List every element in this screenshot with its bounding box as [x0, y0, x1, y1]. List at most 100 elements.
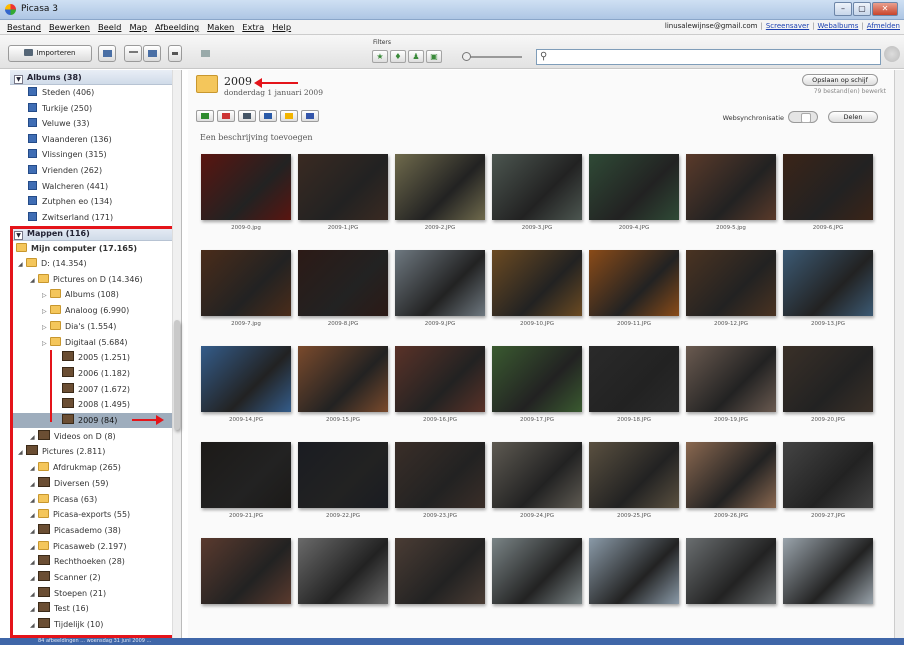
album-item[interactable]: Veluwe (33): [10, 116, 181, 131]
collapse-icon[interactable]: ▼: [14, 231, 23, 240]
folder-tree-item[interactable]: 2007 (1.672): [10, 382, 181, 397]
photo-thumbnail[interactable]: 2009-8.JPG: [295, 244, 391, 338]
album-item[interactable]: Turkije (250): [10, 101, 181, 116]
search-input[interactable]: ⚲: [536, 49, 881, 65]
print-icon[interactable]: [238, 110, 256, 122]
photo-thumbnail[interactable]: 2009-12.JPG: [683, 244, 779, 338]
webalbums-link[interactable]: Webalbums: [818, 22, 859, 30]
photo-image[interactable]: [201, 442, 291, 508]
photo-image[interactable]: [492, 538, 582, 604]
photo-image[interactable]: [589, 250, 679, 316]
album-item[interactable]: Vrienden (262): [10, 163, 181, 178]
photo-thumbnail[interactable]: 2009-18.JPG: [586, 340, 682, 434]
album-item[interactable]: Steden (406): [10, 85, 181, 100]
photo-thumbnail[interactable]: 2009-27.JPG: [780, 436, 876, 530]
photo-image[interactable]: [201, 250, 291, 316]
photo-image[interactable]: [298, 250, 388, 316]
expand-arrow-icon[interactable]: ◢: [30, 540, 38, 555]
photo-thumbnail[interactable]: [780, 532, 876, 626]
album-item[interactable]: Zwitserland (171): [10, 210, 181, 225]
folder-tree-item[interactable]: ◢ Stoepen (21): [10, 586, 181, 602]
photo-image[interactable]: [686, 442, 776, 508]
date-slider[interactable]: [462, 52, 522, 61]
folder-tree-item[interactable]: ◢ Afdrukmap (265): [10, 460, 181, 475]
expand-arrow-icon[interactable]: ◢: [30, 555, 38, 570]
scrollbar-thumb[interactable]: [174, 320, 180, 430]
expand-arrow-icon[interactable]: ◢: [30, 602, 38, 617]
folder-tree-item[interactable]: ◢ Picasa-exports (55): [10, 507, 181, 522]
web-icon[interactable]: [259, 110, 277, 122]
photo-thumbnail[interactable]: [586, 532, 682, 626]
expand-arrow-icon[interactable]: ◢: [18, 445, 26, 460]
close-button[interactable]: ✕: [872, 2, 898, 16]
photo-image[interactable]: [492, 154, 582, 220]
movie-filter-icon[interactable]: ▣: [426, 50, 442, 63]
photo-image[interactable]: [395, 250, 485, 316]
list-view-icon[interactable]: [124, 45, 142, 62]
photo-thumbnail[interactable]: 2009-21.JPG: [198, 436, 294, 530]
play-icon[interactable]: [196, 110, 214, 122]
thumbnail-view-icon[interactable]: [143, 45, 161, 62]
photo-thumbnail[interactable]: 2009-4.JPG: [586, 148, 682, 242]
photo-image[interactable]: [686, 154, 776, 220]
albums-header[interactable]: ▼ Albums (38): [10, 70, 181, 85]
photo-image[interactable]: [783, 250, 873, 316]
folder-title[interactable]: 2009: [224, 75, 252, 88]
folder-tree-item[interactable]: ▷ Albums (108): [10, 287, 181, 302]
photo-thumbnail[interactable]: 2009-9.JPG: [392, 244, 488, 338]
expand-arrow-icon[interactable]: ◢: [30, 618, 38, 633]
photo-thumbnail[interactable]: 2009-26.JPG: [683, 436, 779, 530]
menu-maken[interactable]: Maken: [203, 22, 238, 32]
album-item[interactable]: Zutphen eo (134): [10, 194, 181, 209]
person-icon[interactable]: [301, 110, 319, 122]
photo-image[interactable]: [686, 346, 776, 412]
people-filter-icon[interactable]: ♟: [408, 50, 424, 63]
photo-thumbnail[interactable]: 2009-17.JPG: [489, 340, 585, 434]
sidebar-scrollbar[interactable]: [172, 70, 181, 638]
slider-knob[interactable]: [462, 52, 471, 61]
photo-thumbnail[interactable]: 2009-6.JPG: [780, 148, 876, 242]
photo-thumbnail[interactable]: 2009-22.JPG: [295, 436, 391, 530]
folder-tree-item[interactable]: ◢ Tijdelijk (10): [10, 617, 181, 633]
folders-header[interactable]: ▼ Mappen (116): [10, 226, 181, 241]
album-item[interactable]: Vlissingen (315): [10, 147, 181, 162]
collage-icon[interactable]: [196, 45, 214, 62]
folder-tree-item[interactable]: ◢ Picasademo (38): [10, 523, 181, 538]
photo-image[interactable]: [686, 538, 776, 604]
menu-extra[interactable]: Extra: [238, 22, 268, 32]
expand-arrow-icon[interactable]: ◢: [30, 587, 38, 602]
photo-image[interactable]: [298, 538, 388, 604]
photo-thumbnail[interactable]: 2009-10.JPG: [489, 244, 585, 338]
web-sync-toggle[interactable]: [788, 111, 818, 123]
photo-image[interactable]: [783, 346, 873, 412]
my-computer-item[interactable]: Mijn computer (17.165): [10, 241, 181, 256]
photo-thumbnail[interactable]: 2009-5.jpg: [683, 148, 779, 242]
folder-tree-item[interactable]: ◢ Diversen (59): [10, 476, 181, 491]
photo-thumbnail[interactable]: 2009-3.JPG: [489, 148, 585, 242]
photo-image[interactable]: [783, 154, 873, 220]
photo-image[interactable]: [201, 346, 291, 412]
folder-tree-item[interactable]: ◢ Picasa (63): [10, 492, 181, 507]
photo-thumbnail[interactable]: [683, 532, 779, 626]
menu-bewerken[interactable]: Bewerken: [45, 22, 94, 32]
sign-out-link[interactable]: Afmelden: [867, 22, 900, 30]
photo-thumbnail[interactable]: 2009-16.JPG: [392, 340, 488, 434]
minimize-button[interactable]: –: [834, 2, 852, 16]
photo-image[interactable]: [395, 346, 485, 412]
photo-thumbnail[interactable]: [198, 532, 294, 626]
photo-image[interactable]: [589, 442, 679, 508]
photo-image[interactable]: [395, 154, 485, 220]
photo-thumbnail[interactable]: 2009-19.JPG: [683, 340, 779, 434]
expand-arrow-icon[interactable]: ◢: [30, 430, 38, 445]
photo-thumbnail[interactable]: 2009-13.JPG: [780, 244, 876, 338]
expand-arrow-icon[interactable]: ◢: [30, 571, 38, 586]
folder-tree-item[interactable]: ◢ Pictures on D (14.346): [10, 272, 181, 287]
folder-tree-item[interactable]: ◢ Pictures (2.811): [10, 444, 181, 460]
photo-image[interactable]: [492, 346, 582, 412]
share-button[interactable]: Delen: [828, 111, 878, 123]
folder-tree-item[interactable]: ▷ Dia's (1.554): [10, 319, 181, 334]
album-item[interactable]: Walcheren (441): [10, 179, 181, 194]
add-description[interactable]: Een beschrijving toevoegen: [200, 133, 312, 142]
photo-thumbnail[interactable]: 2009-23.JPG: [392, 436, 488, 530]
photo-image[interactable]: [589, 346, 679, 412]
